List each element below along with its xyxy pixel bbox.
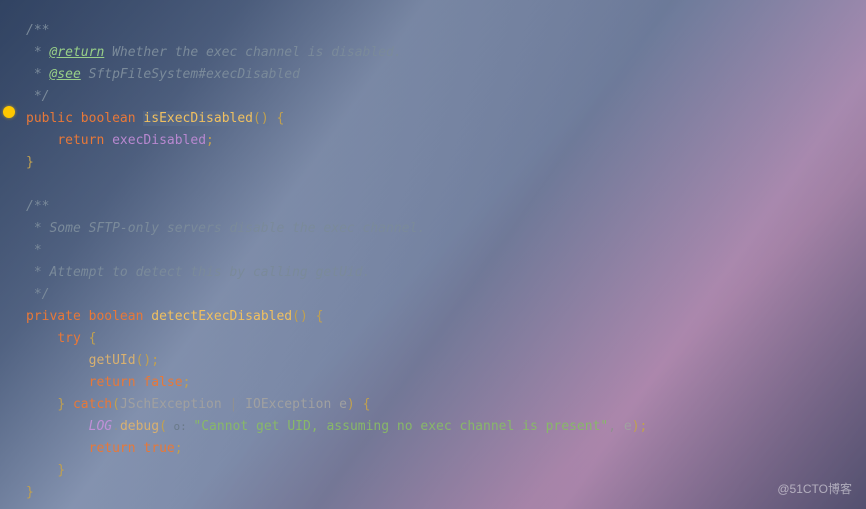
code-line: /**: [26, 20, 866, 42]
code-line: */: [26, 284, 866, 306]
code-line: return true;: [26, 438, 866, 460]
code-line: }: [26, 482, 866, 504]
code-line: [26, 174, 866, 196]
code-line: * Attempt to detect this by calling getU…: [26, 262, 866, 284]
code-line: private boolean detectExecDisabled() {: [26, 306, 866, 328]
code-line: LOG.debug( o: "Cannot get UID, assuming …: [26, 416, 866, 438]
code-line: try {: [26, 328, 866, 350]
code-line: }: [26, 460, 866, 482]
code-line: * Some SFTP-only servers disable the exe…: [26, 218, 866, 240]
code-line: * @return Whether the exec channel is di…: [26, 42, 866, 64]
watermark-text: @51CTO博客: [777, 480, 852, 497]
code-line: public boolean isExecDisabled() {: [26, 108, 866, 130]
code-editor[interactable]: /** * @return Whether the exec channel i…: [0, 0, 866, 504]
code-line: *: [26, 240, 866, 262]
code-line: getUId();: [26, 350, 866, 372]
code-line: }: [26, 152, 866, 174]
code-line: /**: [26, 196, 866, 218]
code-line: } catch(JSchException | IOException e) {: [26, 394, 866, 416]
code-line: * @see SftpFileSystem#execDisabled: [26, 64, 866, 86]
code-line: return false;: [26, 372, 866, 394]
code-line: return execDisabled;: [26, 130, 866, 152]
code-line: */: [26, 86, 866, 108]
